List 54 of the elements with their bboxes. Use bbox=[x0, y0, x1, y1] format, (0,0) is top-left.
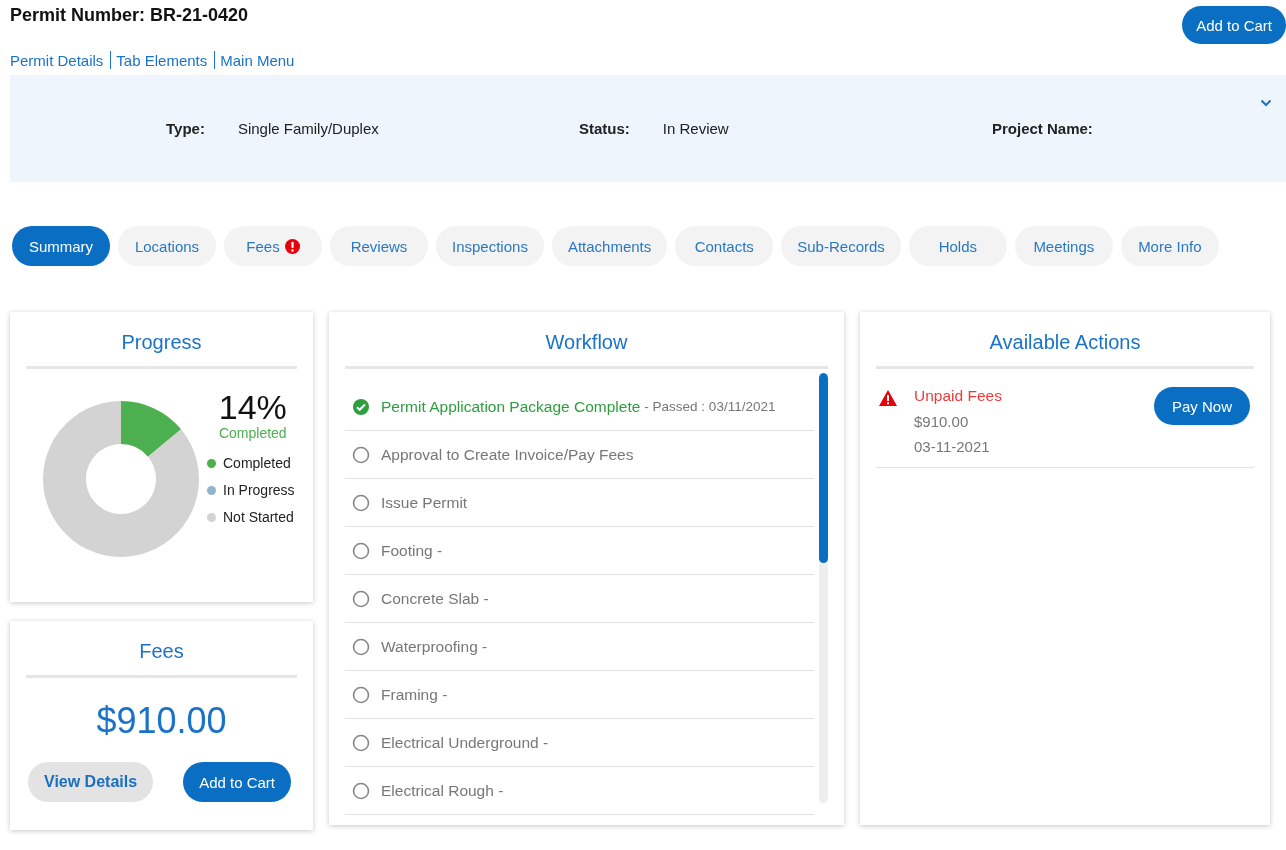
legend-dot bbox=[207, 458, 216, 468]
step-label: Approval to Create Invoice/Pay Fees bbox=[381, 445, 634, 464]
legend-label: Completed bbox=[223, 455, 291, 471]
warning-icon bbox=[878, 389, 898, 407]
fee-amount: $910.00 bbox=[95, 700, 228, 742]
legend-dot bbox=[207, 512, 216, 522]
add-to-cart-button[interactable]: Add to Cart bbox=[183, 762, 291, 802]
tab[interactable]: Fees bbox=[224, 226, 322, 266]
legend-label: In Progress bbox=[223, 482, 295, 498]
alert-icon bbox=[284, 238, 300, 254]
action-title: Unpaid Fees bbox=[914, 387, 1003, 405]
step-label: Waterproofing - bbox=[381, 637, 488, 656]
card-title: Available Actions bbox=[876, 312, 1254, 369]
field-label: Project Name: bbox=[992, 120, 1093, 137]
step-label: Electrical Rough - bbox=[381, 781, 504, 800]
chevron-icon[interactable] bbox=[1260, 99, 1272, 107]
percent-value: 14% bbox=[218, 389, 287, 425]
nav-link[interactable]: Tab Elements bbox=[116, 51, 208, 69]
action-amount: $910.00 bbox=[914, 413, 970, 430]
field-value: In Review bbox=[662, 120, 729, 137]
tab[interactable]: Sub-Records bbox=[781, 226, 901, 266]
view-details-button[interactable]: View Details bbox=[28, 762, 154, 802]
permit-title: Permit Number: BR-21-0420 bbox=[10, 5, 249, 26]
tab[interactable]: Holds bbox=[908, 226, 1007, 266]
step-label: Concrete Slab - bbox=[381, 589, 489, 608]
tab[interactable]: Attachments bbox=[551, 226, 668, 266]
pay-now-button[interactable]: Pay Now bbox=[1153, 387, 1250, 425]
nav-link[interactable]: Permit Details bbox=[10, 51, 104, 69]
action-date: 03-11-2021 bbox=[914, 438, 991, 455]
step-label: Footing - bbox=[381, 541, 443, 560]
step-label: Framing - bbox=[381, 685, 448, 704]
tab[interactable]: Meetings bbox=[1014, 226, 1113, 266]
field-label: Type: bbox=[166, 120, 205, 137]
field-label: Status: bbox=[579, 120, 630, 137]
scrollbar[interactable] bbox=[819, 373, 828, 803]
tab[interactable]: Contacts bbox=[675, 226, 774, 266]
nav-link[interactable]: Main Menu bbox=[220, 51, 295, 69]
step-label: Issue Permit bbox=[381, 493, 468, 512]
tab[interactable]: Locations bbox=[118, 226, 216, 266]
card-title: Progress bbox=[26, 312, 297, 369]
step-note: - Passed : 03/11/2021 bbox=[644, 399, 776, 414]
tab[interactable]: Inspections bbox=[436, 226, 544, 266]
legend-label: Not Started bbox=[223, 509, 294, 525]
tab[interactable]: Summary bbox=[12, 226, 110, 266]
tab[interactable]: Reviews bbox=[330, 226, 428, 266]
card-title: Workflow bbox=[345, 312, 828, 369]
card-title: Fees bbox=[26, 621, 297, 678]
tab[interactable]: More Info bbox=[1120, 226, 1219, 266]
step-label: Electrical Underground - bbox=[381, 733, 549, 752]
add-to-cart-button[interactable]: Add to Cart bbox=[1182, 6, 1286, 44]
percent-label: Completed bbox=[218, 425, 287, 441]
legend-dot bbox=[207, 485, 216, 495]
step-label: Permit Application Package Complete bbox=[381, 397, 641, 416]
field-value: Single Family/Duplex bbox=[237, 120, 379, 137]
